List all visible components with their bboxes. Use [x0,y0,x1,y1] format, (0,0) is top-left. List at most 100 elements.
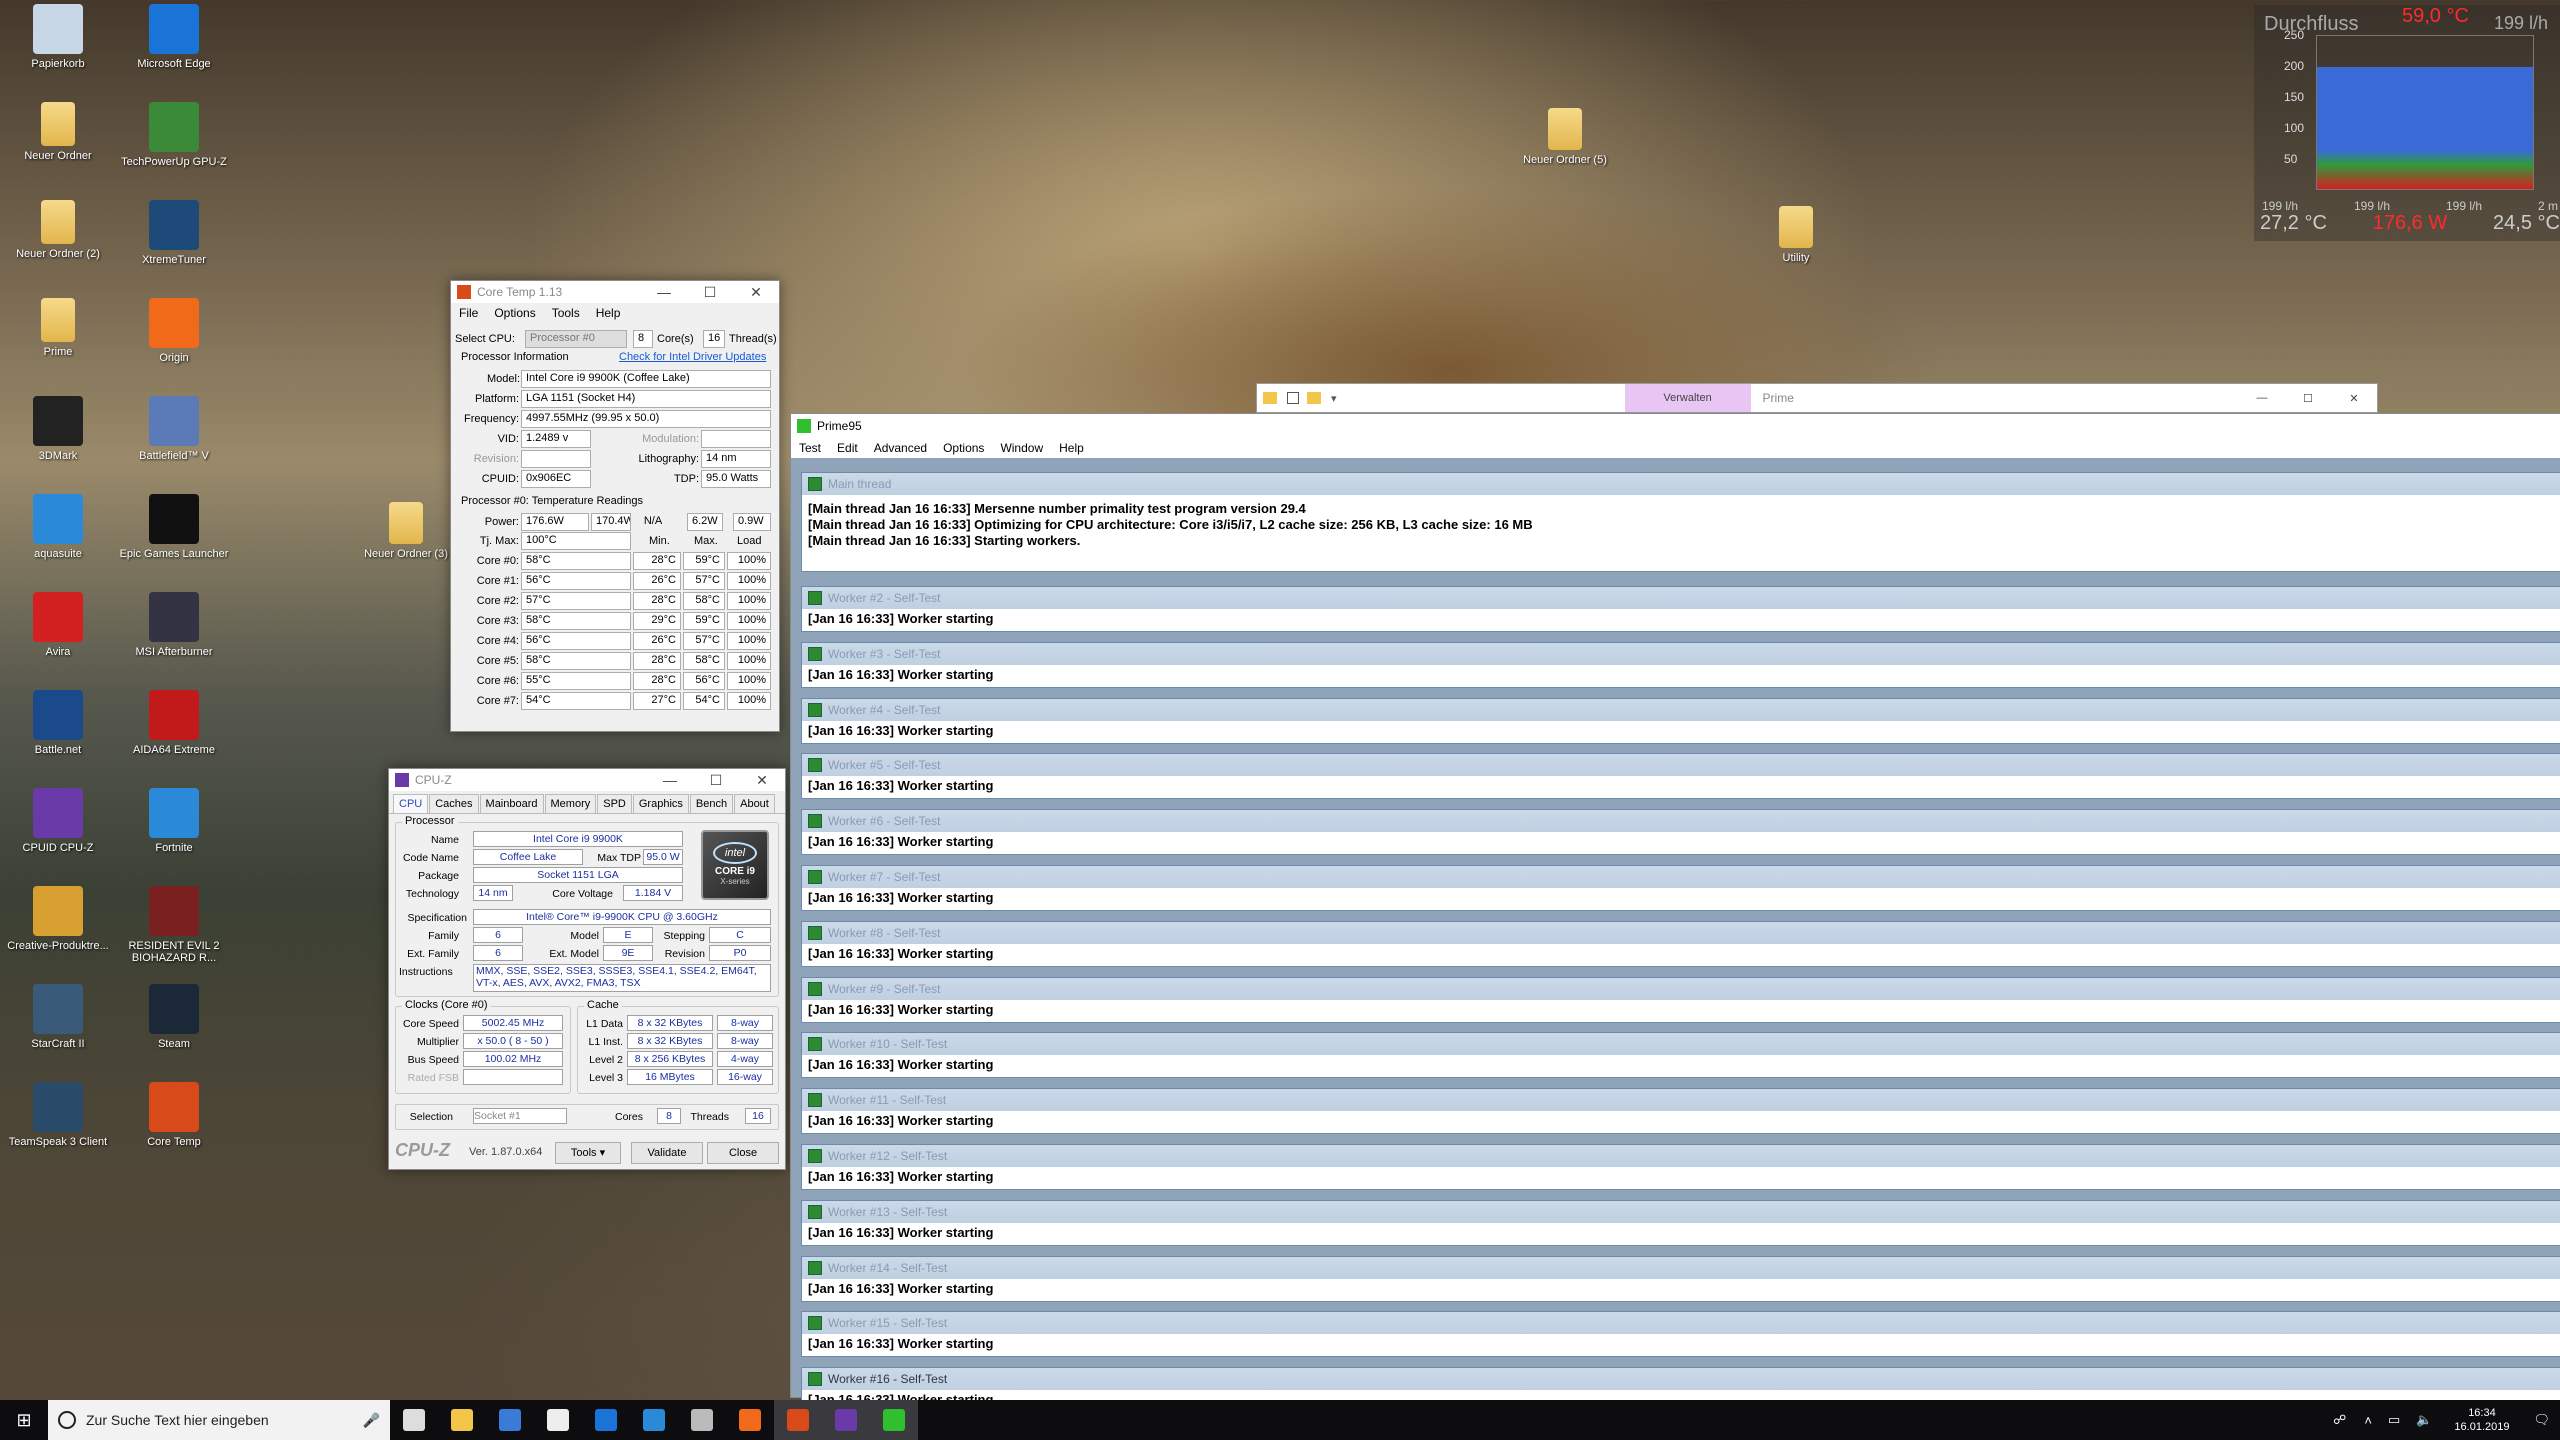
close-icon[interactable]: ✕ [733,284,779,301]
desktop-icon[interactable]: AIDA64 Extreme [116,690,232,756]
coretemp-titlebar[interactable]: Core Temp 1.13 — ☐ ✕ [451,281,779,303]
worker-window[interactable]: Worker #7 - Self-Test [Jan 16 16:33] Work… [801,865,2560,911]
worker-titlebar[interactable]: Worker #3 - Self-Test [802,642,2560,665]
chevron-down-icon[interactable]: ▾ [1331,392,1337,405]
worker-window[interactable]: Worker #14 - Self-Test [Jan 16 16:33] Wor… [801,1255,2560,1302]
desktop-icon[interactable]: aquasuite [0,494,116,560]
worker-window[interactable]: Worker #5 - Self-Test [Jan 16 16:33] Work… [801,753,2560,800]
worker-titlebar[interactable]: Worker #15 - Self-Test [802,1312,2560,1335]
taskbar-prime95-button[interactable] [870,1400,918,1440]
select-cpu-dropdown[interactable]: Processor #0 [525,330,627,348]
worker-titlebar[interactable]: Worker #6 - Self-Test [802,810,2560,833]
tab-manage[interactable]: Verwalten [1624,384,1751,412]
worker-window[interactable]: Worker #9 - Self-Test [Jan 16 16:33] Work… [801,976,2560,1023]
search-box[interactable]: Zur Suche Text hier eingeben 🎤 [48,1400,390,1440]
tab-cpu[interactable]: CPU [393,794,429,813]
maximize-icon[interactable]: ☐ [687,284,733,301]
tab-graphics[interactable]: Graphics [632,794,689,813]
desktop-icon[interactable]: Neuer Ordner (2) [0,200,116,260]
minimize-icon[interactable]: — [2239,392,2285,405]
worker-window[interactable]: Worker #11 - Self-Test [Jan 16 16:33] Wor… [801,1088,2560,1135]
tab-mainboard[interactable]: Mainboard [479,794,544,813]
menu-help[interactable]: Help [588,306,629,320]
desktop-icon[interactable]: Core Temp [116,1082,232,1148]
menu-help[interactable]: Help [1051,441,1092,455]
taskbar-mail-button[interactable] [534,1400,582,1440]
cpuz-window[interactable]: CPU-Z — ☐ ✕ CPU Caches Mainboard Memory SPD Gra… [388,768,786,1170]
taskbar-store-button[interactable] [486,1400,534,1440]
worker-titlebar[interactable]: Worker #8 - Self-Test [802,921,2560,944]
chevron-up-icon[interactable]: ˄ [2364,1413,2372,1428]
worker-window[interactable]: Worker #15 - Self-Test [Jan 16 16:33] Wor… [801,1311,2560,1358]
search-input[interactable]: Zur Suche Text hier eingeben [86,1412,269,1428]
network-icon[interactable]: ☍ [2333,1412,2346,1428]
worker-titlebar[interactable]: Worker #14 - Self-Test [802,1256,2560,1279]
cpuz-titlebar[interactable]: CPU-Z — ☐ ✕ [389,769,785,791]
notification-icon[interactable]: 🗨 [2533,1412,2550,1428]
worker-titlebar[interactable]: Worker #11 - Self-Test [802,1089,2560,1112]
menu-test[interactable]: Test [791,441,829,455]
taskbar-origin-button[interactable] [726,1400,774,1440]
minimize-icon[interactable]: — [641,284,687,301]
desktop-icon[interactable]: MSI Afterburner [116,592,232,658]
driver-update-link[interactable]: Check for Intel Driver Updates [619,351,766,363]
desktop-icon[interactable]: TeamSpeak 3 Client [0,1082,116,1148]
desktop-icon[interactable]: Battlefield™ V [116,396,232,462]
worker-titlebar[interactable]: Worker #13 - Self-Test [802,1200,2560,1223]
minimize-icon[interactable]: — [647,772,693,789]
clock[interactable]: 16:34 16.01.2019 [2454,1406,2509,1434]
desktop-icon[interactable]: Origin [116,298,232,364]
worker-window[interactable]: Worker #3 - Self-Test [Jan 16 16:33] Work… [801,641,2560,688]
tab-about[interactable]: About [734,794,775,813]
taskbar-explorer-button[interactable] [678,1400,726,1440]
taskbar-edge-button[interactable] [582,1400,630,1440]
desktop-icon[interactable]: Microsoft Edge [116,4,232,70]
desktop-icon[interactable]: XtremeTuner [116,200,232,266]
worker-titlebar[interactable]: Worker #16 - Self-Test [802,1368,2560,1391]
tab-memory[interactable]: Memory [544,794,597,813]
desktop-icon[interactable]: RESIDENT EVIL 2 BIOHAZARD R... [116,886,232,964]
taskbar-file-explorer-button[interactable] [438,1400,486,1440]
validate-button[interactable]: Validate [631,1142,703,1164]
menu-window[interactable]: Window [992,441,1051,455]
worker-titlebar[interactable]: Worker #10 - Self-Test [802,1033,2560,1056]
tab-bench[interactable]: Bench [689,794,734,813]
main-thread-titlebar[interactable]: Main thread [802,473,2560,495]
start-button[interactable]: ⊞ [0,1400,48,1440]
monitor-icon[interactable]: ▭ [2388,1412,2400,1428]
worker-titlebar[interactable]: Worker #12 - Self-Test [802,1145,2560,1167]
desktop-icon[interactable]: StarCraft II [0,984,116,1050]
coretemp-window[interactable]: Core Temp 1.13 — ☐ ✕ File Options Tools He… [450,280,780,732]
desktop-icon[interactable]: Steam [116,984,232,1050]
desktop-icon-neuer-ordner-3[interactable]: Neuer Ordner (3) [348,502,464,560]
tab-caches[interactable]: Caches [429,794,479,813]
menu-file[interactable]: File [451,306,486,320]
prime95-titlebar[interactable]: Prime95 [791,414,2560,438]
desktop-icon[interactable]: Creative-Produktre... [0,886,116,952]
desktop-icon[interactable]: Neuer Ordner [0,102,116,162]
desktop-icon[interactable]: CPUID CPU-Z [0,788,116,854]
taskbar-aquasuite-button[interactable] [630,1400,678,1440]
menu-edit[interactable]: Edit [829,441,866,455]
maximize-icon[interactable]: ☐ [693,772,739,789]
menu-tools[interactable]: Tools [544,306,588,320]
maximize-icon[interactable]: ☐ [2285,392,2331,405]
worker-window[interactable]: Worker #4 - Self-Test [Jan 16 16:33] Work… [801,697,2560,744]
desktop-icon[interactable]: Epic Games Launcher [116,494,232,560]
worker-window[interactable]: Worker #6 - Self-Test [Jan 16 16:33] Work… [801,809,2560,856]
prime95-window[interactable]: Prime95 Test Edit Advanced Options Windo… [790,413,2560,1408]
desktop-icon[interactable]: Fortnite [116,788,232,854]
worker-window[interactable]: Worker #8 - Self-Test [Jan 16 16:33] Work… [801,920,2560,967]
worker-window[interactable]: Worker #12 - Self-Test [Jan 16 16:33] Wor… [801,1144,2560,1190]
selection-dropdown[interactable]: Socket #1 [473,1108,567,1124]
desktop-icon[interactable]: Prime [0,298,116,358]
desktop-icon[interactable]: Avira [0,592,116,658]
worker-window[interactable]: Worker #2 - Self-Test [Jan 16 16:33] Work… [801,586,2560,632]
properties-icon[interactable] [1287,392,1299,404]
desktop-icon-utility[interactable]: Utility [1738,206,1854,264]
tab-spd[interactable]: SPD [597,794,632,813]
desktop-icon-neuer-ordner-5[interactable]: Neuer Ordner (5) [1507,108,1623,166]
microphone-icon[interactable]: 🎤 [363,1412,380,1429]
volume-icon[interactable]: 🔈 [2416,1412,2432,1428]
worker-titlebar[interactable]: Worker #4 - Self-Test [802,698,2560,721]
